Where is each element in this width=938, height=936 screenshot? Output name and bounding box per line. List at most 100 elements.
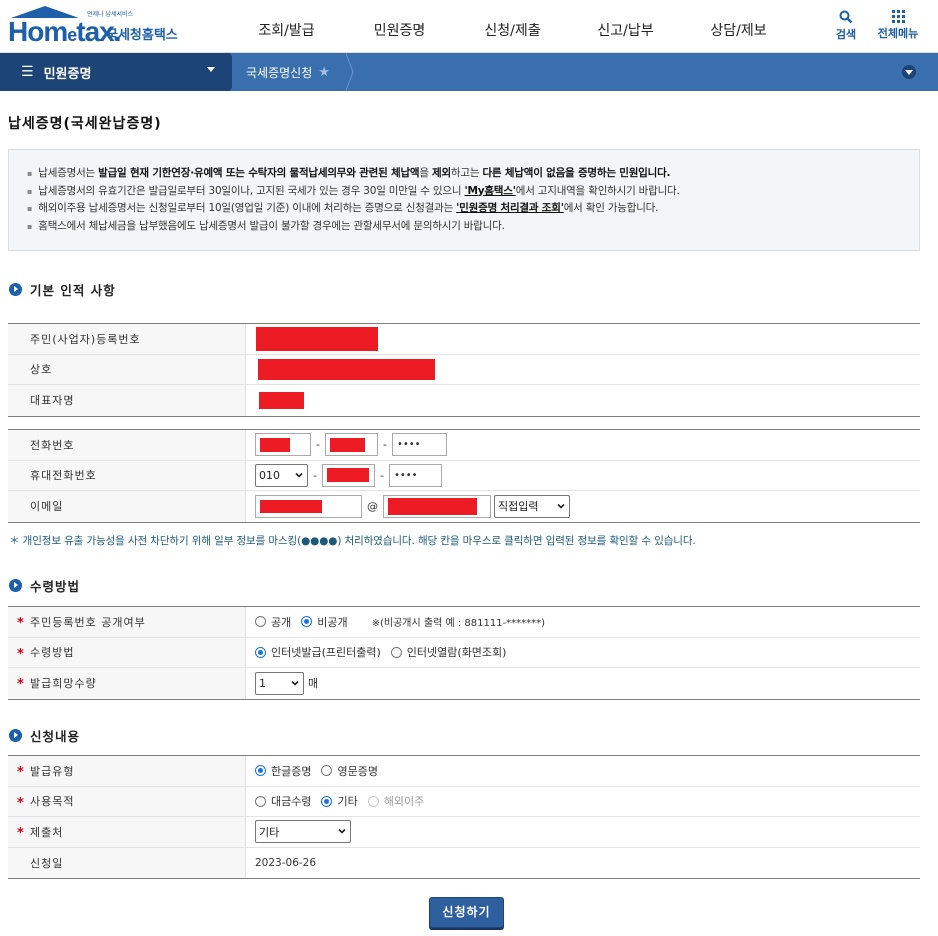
apply-date-value: 2023-06-26 (255, 856, 317, 869)
table-row: * 발급유형 한글증명 영문증명 (8, 756, 920, 787)
method-view-radio[interactable] (390, 646, 402, 658)
table-row: * 발급희망수량 1 매 (8, 668, 920, 699)
grid-menu-icon (891, 10, 905, 23)
method-label: * 수령방법 (8, 637, 246, 667)
table-row: * 사용목적 대금수령 기타 해외이주 (8, 786, 920, 817)
nav-item-inquiry[interactable]: 조회/발급 (230, 0, 343, 53)
page-title: 납세증명(국세완납증명) (8, 116, 162, 132)
table-row: 이메일 @ 직접입력 (8, 491, 920, 522)
submit-button[interactable]: 신청하기 (429, 897, 504, 928)
section-menu-dropdown[interactable]: ☰ 민원증명 (0, 53, 230, 91)
notice-line: 홈택스에서 체납세금을 납부했음에도 납세증명서 발급이 불가할 경우에는 관할… (27, 218, 901, 236)
nav-item-filing[interactable]: 신고/납부 (569, 0, 682, 53)
disclose-note: ※(비공개시 출력 예 : 881111-*******) (371, 618, 546, 630)
mobile-label: 휴대전화번호 (8, 460, 246, 490)
nav-item-application[interactable]: 신청/제출 (456, 0, 569, 53)
required-asterisk-icon: * (17, 616, 25, 631)
section-title-apply: 신청내용 (9, 726, 80, 745)
favorite-star-icon[interactable]: ★ (318, 65, 330, 80)
disclose-public-label: 공개 (271, 615, 292, 629)
hamburger-icon: ☰ (21, 64, 34, 80)
email-domain-input[interactable] (383, 494, 491, 518)
section-bullet-icon (9, 283, 22, 296)
breadcrumb-current[interactable]: 국세증명신청 ★ (232, 53, 352, 91)
basic-info-table: 주민(사업자)등록번호 상호 대표자명 (8, 323, 920, 417)
company-label: 상호 (8, 354, 246, 384)
main-nav: 조회/발급 민원증명 신청/제출 신고/납부 상담/제보 (230, 0, 795, 53)
purpose-emigration-label: 해외이주 (383, 795, 425, 809)
email-at-sign: @ (367, 499, 378, 513)
mobile-middle-input[interactable] (321, 463, 375, 487)
expand-circle-icon[interactable] (902, 65, 916, 79)
submit-to-label: * 제출처 (8, 817, 246, 847)
type-label: * 발급유형 (8, 756, 246, 786)
cert-result-link[interactable]: '민원증명 처리결과 조회' (456, 202, 564, 214)
rep-name-masked (259, 391, 304, 409)
table-row: 상호 (8, 354, 920, 385)
my-hometax-link[interactable]: 'My홈택스' (464, 185, 516, 197)
purpose-other-radio[interactable] (321, 795, 333, 807)
required-asterisk-icon: * (17, 795, 25, 811)
section-bullet-icon (9, 579, 22, 592)
all-menu-label: 전체메뉴 (877, 27, 919, 40)
contact-info-table: 전화번호 - - •••• 휴대전화번호 010 - - •••• 이메일 @ … (8, 429, 920, 523)
disclose-label: * 주민등록번호 공개여부 (8, 607, 246, 637)
nav-item-consult[interactable]: 상담/제보 (682, 0, 795, 53)
disclose-private-radio[interactable] (301, 616, 313, 628)
purpose-other-label: 기타 (337, 795, 358, 809)
hometax-logo[interactable]: 언제나 납세서비스 Hometax. 국세청홈택스 (8, 6, 183, 48)
mobile-last-input[interactable]: •••• (388, 463, 442, 487)
sub-nav: ☰ 민원증명 국세증명신청 ★ (0, 53, 938, 91)
caret-down-icon (207, 67, 215, 72)
notice-box: 납세증명서는 발급일 현재 기한연장·유예액 또는 수탁자의 물적납세의무와 관… (8, 149, 920, 251)
table-row: * 제출처 기타 (8, 817, 920, 848)
purpose-payment-radio[interactable] (255, 795, 266, 807)
purpose-label: * 사용목적 (8, 786, 246, 816)
required-asterisk-icon: * (17, 646, 25, 662)
email-id-input[interactable] (255, 494, 362, 518)
table-row: 휴대전화번호 010 - - •••• (8, 460, 920, 491)
breadcrumb-label: 국세증명신청 (246, 65, 313, 80)
disclose-private-label: 비공개 (317, 615, 348, 629)
purpose-payment-label: 대금수령 (271, 795, 312, 809)
table-row: * 주민등록번호 공개여부 공개 비공개 ※(비공개시 출력 예 : 881111… (8, 607, 920, 638)
email-label: 이메일 (8, 491, 246, 522)
table-row: * 수령방법 인터넷발급(프린터출력) 인터넷열람(화면조회) (8, 637, 920, 668)
phone-area-input[interactable] (255, 433, 311, 457)
notice-line: 납세증명서의 유효기간은 발급일로부터 30일이나, 고지된 국세가 있는 경우… (27, 183, 901, 201)
purpose-emigration-radio (367, 795, 379, 807)
search-icon (839, 10, 853, 24)
phone-middle-input[interactable] (324, 433, 378, 457)
type-korean-label: 한글증명 (271, 764, 312, 778)
notice-line: 해외이주용 납세증명서는 신청일로부터 10일(영업일 기준) 이내에 처리하는… (27, 200, 901, 218)
submit-to-select[interactable]: 기타 (255, 820, 351, 844)
type-korean-radio[interactable] (255, 765, 266, 777)
quantity-select[interactable]: 1 (255, 671, 304, 695)
all-menu-button[interactable]: 전체메뉴 (872, 10, 924, 41)
quantity-unit: 매 (308, 677, 319, 691)
chevron-down-icon (557, 503, 565, 509)
logo-wordmark: Hometax. (8, 16, 122, 47)
search-label: 검색 (835, 28, 857, 41)
reg-no-masked (256, 326, 378, 351)
type-english-label: 영문증명 (337, 764, 378, 778)
chevron-down-icon (291, 680, 299, 686)
table-row: 신청일 2023-06-26 (8, 847, 920, 878)
search-button[interactable]: 검색 (832, 10, 860, 42)
breadcrumb-separator-icon (346, 53, 354, 91)
email-domain-select[interactable]: 직접입력 (494, 494, 570, 518)
mobile-prefix-select[interactable]: 010 (255, 463, 308, 487)
chevron-down-icon (295, 472, 303, 478)
section-bullet-icon (9, 729, 22, 742)
type-english-radio[interactable] (321, 765, 333, 777)
section-title-receive: 수령방법 (9, 576, 80, 595)
disclose-public-radio[interactable] (255, 616, 266, 628)
nav-item-certificates[interactable]: 민원증명 (343, 0, 456, 53)
rep-name-label: 대표자명 (8, 385, 246, 416)
receive-method-table: * 주민등록번호 공개여부 공개 비공개 ※(비공개시 출력 예 : 881111… (8, 606, 920, 700)
method-print-radio[interactable] (255, 646, 266, 658)
method-print-label: 인터넷발급(프린터출력) (271, 646, 381, 660)
notice-line: 납세증명서는 발급일 현재 기한연장·유예액 또는 수탁자의 물적납세의무와 관… (27, 165, 901, 183)
phone-last-input[interactable]: •••• (391, 433, 447, 457)
required-asterisk-icon: * (17, 765, 25, 780)
